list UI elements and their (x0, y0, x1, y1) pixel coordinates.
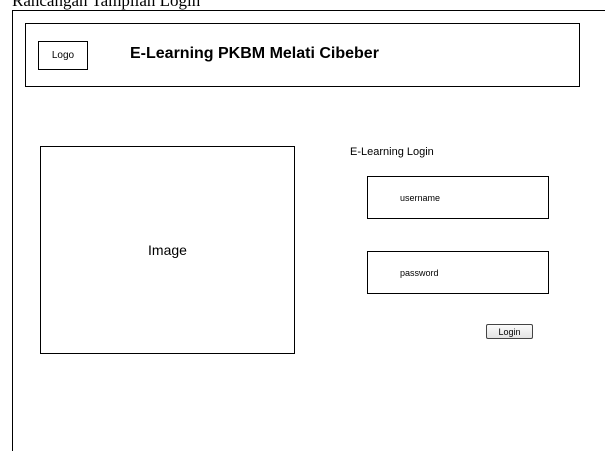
site-header: Logo E-Learning PKBM Melati Cibeber (25, 23, 580, 87)
login-title: E-Learning Login (350, 146, 434, 158)
image-placeholder: Image (40, 146, 295, 354)
site-title: E-Learning PKBM Melati Cibeber (130, 45, 379, 62)
username-input[interactable] (367, 176, 549, 219)
image-placeholder-label: Image (148, 242, 187, 258)
login-mockup-page: Rancangan Tampilan Login Logo E-Learning… (0, 0, 605, 451)
logo-placeholder: Logo (38, 41, 88, 70)
frame-left-border (12, 10, 13, 451)
password-input[interactable] (367, 251, 549, 294)
frame-top-border (12, 10, 605, 11)
login-button[interactable]: Login (486, 324, 533, 339)
